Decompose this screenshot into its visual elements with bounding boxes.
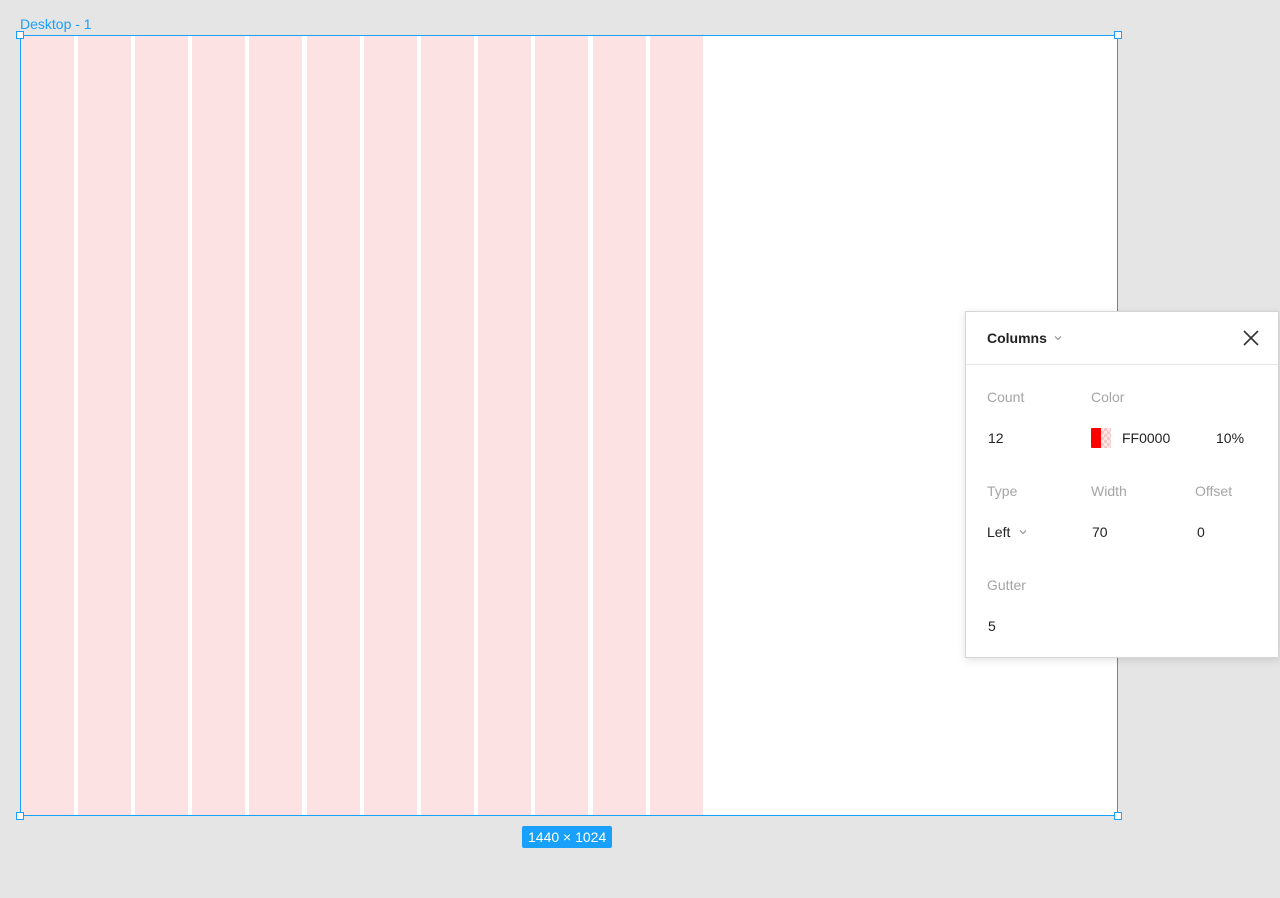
type-label: Type — [987, 483, 1018, 499]
grid-column — [135, 36, 188, 815]
width-label: Width — [1091, 483, 1127, 499]
color-label: Color — [1091, 389, 1125, 405]
grid-column — [21, 36, 74, 815]
panel-header: Columns — [966, 312, 1278, 365]
count-input[interactable]: 12 — [988, 428, 1048, 448]
close-icon[interactable] — [1242, 329, 1260, 347]
chevron-down-icon — [1020, 530, 1027, 535]
grid-column — [307, 36, 360, 815]
color-hex-input[interactable]: FF0000 — [1122, 428, 1170, 448]
grid-column — [249, 36, 302, 815]
grid-column — [364, 36, 417, 815]
gutter-input[interactable]: 5 — [988, 616, 1048, 636]
columns-grid-panel: Columns Count 12 Color FF0000 10% Type L… — [965, 311, 1279, 658]
width-input[interactable]: 70 — [1092, 522, 1152, 542]
grid-column — [421, 36, 474, 815]
offset-input[interactable]: 0 — [1197, 522, 1257, 542]
type-dropdown[interactable]: Left — [987, 522, 1028, 542]
design-canvas[interactable]: Desktop - 1 1440 × 1024 Columns Count 12… — [0, 0, 1280, 898]
grid-column — [478, 36, 531, 815]
color-opacity-input[interactable]: 10% — [1216, 428, 1244, 448]
gutter-label: Gutter — [987, 577, 1026, 593]
grid-column — [593, 36, 646, 815]
panel-title: Columns — [987, 330, 1047, 346]
grid-column — [535, 36, 588, 815]
resize-handle-bottom-left[interactable] — [16, 812, 24, 820]
grid-column — [78, 36, 131, 815]
resize-handle-top-right[interactable] — [1114, 31, 1122, 39]
grid-type-dropdown[interactable]: Columns — [987, 330, 1063, 346]
count-label: Count — [987, 389, 1025, 405]
resize-handle-top-left[interactable] — [16, 31, 24, 39]
desktop-frame[interactable] — [20, 35, 1118, 816]
grid-column — [192, 36, 245, 815]
frame-size-badge: 1440 × 1024 — [522, 826, 613, 848]
frame-name-label[interactable]: Desktop - 1 — [20, 16, 92, 32]
grid-column — [650, 36, 703, 815]
chevron-down-icon — [1054, 336, 1062, 341]
color-swatch[interactable] — [1091, 428, 1111, 448]
type-value: Left — [987, 524, 1011, 540]
resize-handle-bottom-right[interactable] — [1114, 812, 1122, 820]
offset-label: Offset — [1195, 483, 1233, 499]
